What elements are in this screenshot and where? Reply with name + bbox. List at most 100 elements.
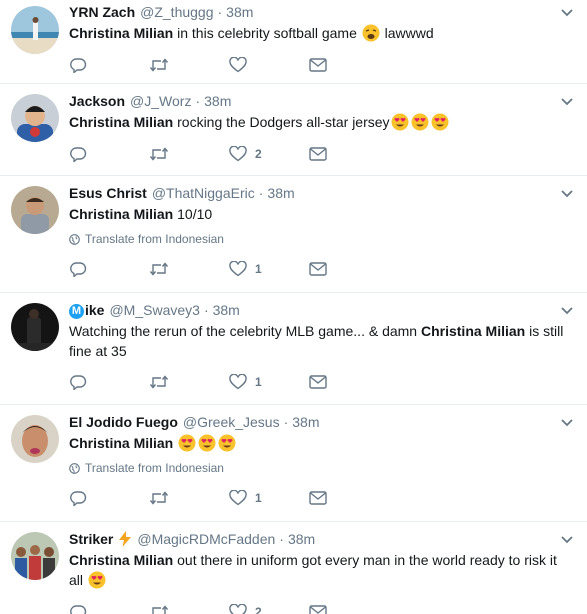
like-button[interactable]: 1 [229,490,309,506]
dm-button[interactable] [309,375,389,389]
chevron-down-icon[interactable] [559,304,575,318]
retweet-icon [149,147,169,161]
tweet-actions [69,55,577,75]
dm-button[interactable] [309,147,389,161]
retweet-icon [149,262,169,276]
envelope-icon [309,147,327,161]
like-count: 2 [255,605,262,614]
envelope-icon [309,58,327,72]
username[interactable]: @Z_thuggg [140,3,213,21]
chevron-down-icon[interactable] [559,187,575,201]
chevron-down-icon[interactable] [559,95,575,109]
timestamp[interactable]: 38m [226,3,253,21]
tweet-text-body: rocking the Dodgers all-star jersey [173,114,390,130]
separator-dot: · [279,531,284,547]
fullname[interactable]: Striker [69,530,113,548]
lightning-icon [119,531,132,547]
tweet[interactable]: Jackson @J_Worz · 38m Christina Milian r… [0,84,587,176]
mention-name: Christina Milian [69,25,174,41]
reply-button[interactable] [69,261,149,277]
retweet-icon [149,491,169,505]
mention-name: Christina Milian [69,206,174,222]
fullname[interactable]: YRN Zach [69,3,135,21]
retweet-button[interactable] [149,146,229,162]
avatar[interactable] [11,6,59,54]
dm-button[interactable] [309,491,389,505]
tweet-actions: 1 [69,259,577,279]
fullname[interactable]: El Jodido Fuego [69,413,178,431]
heart-icon [229,57,247,73]
username[interactable]: @MagicRDMcFadden [137,530,275,548]
reply-button[interactable] [69,57,149,73]
reply-button[interactable] [69,490,149,506]
heart-icon [229,146,247,162]
reply-icon [70,262,87,277]
globe-icon [69,233,80,245]
like-button[interactable] [229,57,309,73]
fullname[interactable]: Mike [69,301,104,319]
timestamp[interactable]: 38m [288,530,315,548]
tweet-text-body: 10/10 [173,206,213,222]
retweet-button[interactable] [149,490,229,506]
fullname[interactable]: Jackson [69,92,125,110]
like-button[interactable]: 1 [229,374,309,390]
username[interactable]: @Greek_Jesus [183,413,280,431]
timestamp[interactable]: 38m [204,92,231,110]
like-button[interactable]: 2 [229,146,309,162]
username[interactable]: @ThatNiggaEric [152,184,255,202]
retweet-button[interactable] [149,604,229,614]
avatar[interactable] [11,186,59,234]
tweet[interactable]: El Jodido Fuego @Greek_Jesus · 38m Chris… [0,405,587,522]
tweet-text: Christina Milian out there in uniform go… [69,550,577,590]
like-button[interactable]: 2 [229,604,309,614]
tweet-text-pre: Watching the rerun of the celebrity MLB … [69,323,421,339]
avatar[interactable] [11,415,59,463]
dm-button[interactable] [309,605,389,614]
like-button[interactable]: 1 [229,261,309,277]
translate-link[interactable]: Translate from Indonesian [69,461,577,475]
like-count: 1 [255,491,262,505]
heart-icon [229,604,247,614]
mention-name: Christina Milian [69,552,174,568]
dm-button[interactable] [309,58,389,72]
avatar[interactable] [11,94,59,142]
heart-eyes-emoji [88,571,106,589]
username[interactable]: @J_Worz [130,92,191,110]
retweet-button[interactable] [149,374,229,390]
tweet[interactable]: YRN Zach @Z_thuggg · 38m Christina Milia… [0,0,587,84]
tweet-header: Esus Christ @ThatNiggaEric · 38m [69,176,577,202]
translate-link[interactable]: Translate from Indonesian [69,232,577,246]
username[interactable]: @M_Swavey3 [109,301,199,319]
dm-button[interactable] [309,262,389,276]
globe-icon [69,462,80,474]
tweet-header: Mike @M_Swavey3 · 38m [69,293,577,319]
retweet-button[interactable] [149,261,229,277]
heart-eyes-emoji [411,113,429,131]
reply-button[interactable] [69,146,149,162]
fullname[interactable]: Esus Christ [69,184,147,202]
tweet-feed: YRN Zach @Z_thuggg · 38m Christina Milia… [0,0,587,614]
timestamp[interactable]: 38m [213,301,240,319]
chevron-down-icon[interactable] [559,6,575,20]
heart-icon [229,261,247,277]
tweet[interactable]: Striker @MagicRDMcFadden · 38m Christina… [0,522,587,614]
tweet[interactable]: Esus Christ @ThatNiggaEric · 38m Christi… [0,176,587,293]
timestamp[interactable]: 38m [292,413,319,431]
separator-dot: · [203,302,209,318]
envelope-icon [309,375,327,389]
timestamp[interactable]: 38m [267,184,294,202]
reply-button[interactable] [69,604,149,614]
chevron-down-icon[interactable] [559,416,575,430]
heart-icon [229,374,247,390]
chevron-down-icon[interactable] [559,533,575,547]
tweet-actions: 1 [69,372,577,392]
avatar[interactable] [11,303,59,351]
avatar[interactable] [11,532,59,580]
reply-icon [70,147,87,162]
tweet[interactable]: Mike @M_Swavey3 · 38m Watching the rerun… [0,293,587,405]
separator-dot: · [195,93,201,109]
retweet-button[interactable] [149,57,229,73]
reply-button[interactable] [69,374,149,390]
tweet-header: YRN Zach @Z_thuggg · 38m [69,0,577,21]
mention-name: Christina Milian [69,114,174,130]
